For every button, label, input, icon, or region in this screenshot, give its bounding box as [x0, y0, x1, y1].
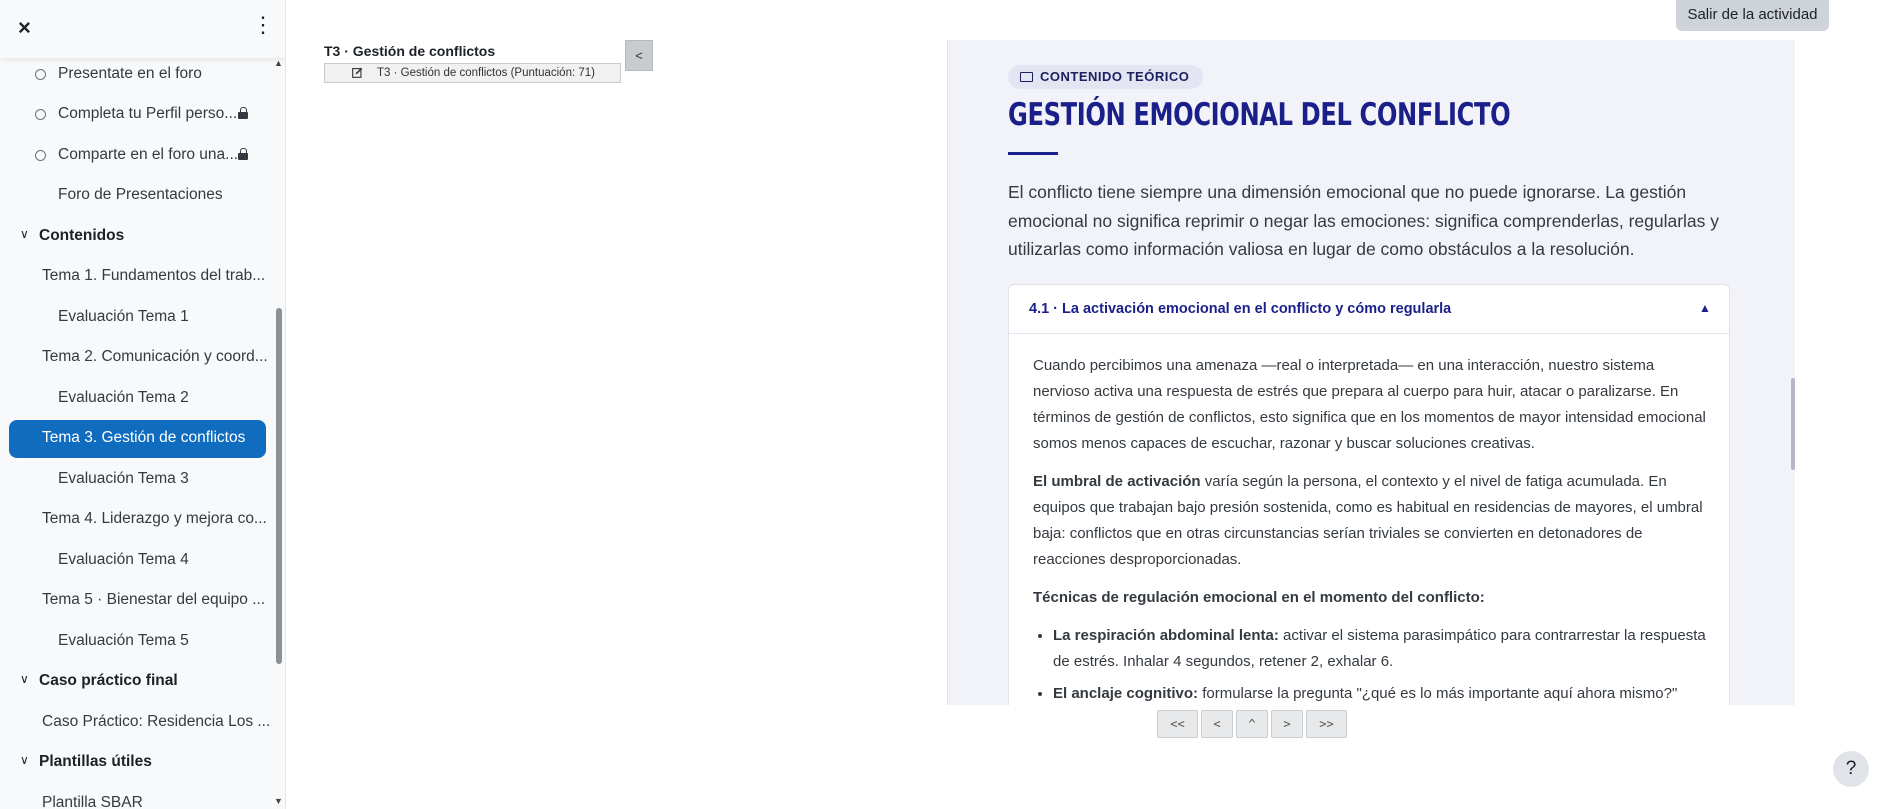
content-type-label: CONTENIDO TEÓRICO: [1040, 69, 1190, 84]
content-scrollbar[interactable]: [1791, 378, 1795, 470]
body-paragraph: Cuando percibimos una amenaza —real o in…: [1033, 357, 1706, 452]
prev-page-button[interactable]: <: [1201, 710, 1233, 738]
course-index-drawer: × ⋮ Presentate en el foro Completa tu Pe…: [0, 0, 286, 809]
activity-nav-item[interactable]: T3 · Gestión de conflictos (Puntuación: …: [324, 63, 621, 83]
course-item-active[interactable]: Tema 3. Gestión de conflictos: [0, 418, 285, 458]
course-item-label: Comparte en el foro una...: [58, 146, 239, 163]
lock-icon: [238, 107, 248, 119]
section-plantillas[interactable]: ∨ Plantillas útiles: [0, 742, 285, 782]
course-item[interactable]: Evaluación Tema 1: [0, 297, 285, 337]
content-type-badge: CONTENIDO TEÓRICO: [1008, 65, 1204, 89]
accordion-title: 4.1 · La activación emocional en el conf…: [1029, 301, 1452, 317]
course-item-label: Tema 3. Gestión de conflictos: [42, 429, 246, 446]
lock-icon: [238, 148, 248, 160]
chevron-down-icon[interactable]: ∨: [20, 672, 29, 686]
course-item-label: Plantilla SBAR: [42, 794, 143, 809]
completion-circle-icon: [35, 69, 46, 80]
edit-icon: [352, 67, 363, 78]
close-drawer-icon[interactable]: ×: [18, 15, 31, 41]
course-item-label: Foro de Presentaciones: [58, 186, 223, 203]
collapse-nav-button[interactable]: <: [625, 40, 653, 71]
drawer-header: × ⋮: [0, 0, 285, 58]
course-item-label: Evaluación Tema 1: [58, 308, 189, 325]
course-item[interactable]: Evaluación Tema 2: [0, 378, 285, 418]
section-caso-practico[interactable]: ∨ Caso práctico final: [0, 661, 285, 701]
course-item[interactable]: Tema 2. Comunicación y coord...: [0, 337, 285, 377]
completion-circle-icon: [35, 109, 46, 120]
course-item-label: Evaluación Tema 5: [58, 632, 189, 649]
activity-nav-item-label: T3 · Gestión de conflictos (Puntuación: …: [377, 67, 595, 79]
course-item-label: Tema 4. Liderazgo y mejora co...: [42, 510, 267, 527]
accordion-header[interactable]: 4.1 · La activación emocional en el conf…: [1009, 285, 1729, 334]
scroll-down-arrow-icon[interactable]: ▼: [274, 796, 283, 806]
course-item[interactable]: Evaluación Tema 4: [0, 540, 285, 580]
sidebar-scrollbar[interactable]: [276, 308, 282, 664]
accordion-section: 4.1 · La activación emocional en el conf…: [1008, 284, 1730, 705]
exit-activity-button[interactable]: Salir de la actividad: [1676, 0, 1829, 31]
section-contenidos[interactable]: ∨ Contenidos: [0, 216, 285, 256]
body-subheading: Técnicas de regulación emocional en el m…: [1033, 589, 1485, 606]
section-label: Caso práctico final: [39, 672, 178, 689]
scroll-up-arrow-icon[interactable]: ▲: [274, 58, 283, 68]
course-item-label: Completa tu Perfil perso...: [58, 105, 238, 122]
course-item-label: Tema 1. Fundamentos del trab...: [42, 267, 266, 284]
first-page-button[interactable]: <<: [1157, 710, 1198, 738]
course-item-label: Presentate en el foro: [58, 65, 202, 82]
chevron-down-icon[interactable]: ∨: [20, 753, 29, 767]
body-paragraph: El umbral de activación varía según la p…: [1033, 473, 1703, 568]
course-item[interactable]: Completa tu Perfil perso...: [0, 94, 285, 134]
last-page-button[interactable]: >>: [1306, 710, 1347, 738]
course-item-label: Evaluación Tema 4: [58, 551, 189, 568]
intro-paragraph: El conflicto tiene siempre una dimensión…: [1008, 182, 1720, 259]
chevron-down-icon[interactable]: ∨: [20, 227, 29, 241]
content-panel: CONTENIDO TEÓRICO GESTIÓN EMOCIONAL DEL …: [947, 40, 1795, 705]
course-item-label: Caso Práctico: Residencia Los ...: [42, 713, 271, 730]
course-item[interactable]: Presentate en el foro: [0, 54, 285, 94]
help-button[interactable]: ?: [1833, 751, 1869, 787]
course-item[interactable]: Evaluación Tema 3: [0, 459, 285, 499]
course-item[interactable]: Comparte en el foro una...: [0, 135, 285, 175]
course-item[interactable]: Evaluación Tema 5: [0, 621, 285, 661]
course-item[interactable]: Tema 5 · Bienestar del equipo ...: [0, 580, 285, 620]
up-page-button[interactable]: ^: [1236, 710, 1268, 738]
section-label: Plantillas útiles: [39, 753, 152, 770]
course-item-label: Evaluación Tema 2: [58, 389, 189, 406]
completion-circle-icon: [35, 150, 46, 161]
next-page-button[interactable]: >: [1271, 710, 1303, 738]
course-item[interactable]: Caso Práctico: Residencia Los ...: [0, 702, 285, 742]
course-item[interactable]: Foro de Presentaciones: [0, 175, 285, 215]
monitor-icon: [1020, 72, 1033, 82]
course-item-label: Tema 5 · Bienestar del equipo ...: [42, 591, 266, 608]
title-underline: [1008, 152, 1058, 155]
course-item-label: Evaluación Tema 3: [58, 470, 189, 487]
list-item: La respiración abdominal lenta: activar …: [1053, 623, 1708, 675]
collapse-triangle-icon[interactable]: ▲: [1699, 301, 1711, 315]
accordion-body: Cuando percibimos una amenaza —real o in…: [1033, 353, 1708, 705]
list-item: El anclaje cognitivo: formularse la preg…: [1053, 681, 1708, 705]
course-item-label: Tema 2. Comunicación y coord...: [42, 348, 268, 365]
technique-list: La respiración abdominal lenta: activar …: [1033, 623, 1708, 705]
course-item[interactable]: Tema 4. Liderazgo y mejora co...: [0, 499, 285, 539]
course-item[interactable]: Plantilla SBAR: [0, 783, 285, 809]
page-title: GESTIÓN EMOCIONAL DEL CONFLICTO: [1008, 97, 1511, 133]
section-label: Contenidos: [39, 227, 125, 244]
course-item[interactable]: Tema 1. Fundamentos del trab...: [0, 256, 285, 296]
drawer-menu-icon[interactable]: ⋮: [252, 14, 274, 36]
activity-nav-title: T3 · Gestión de conflictos: [324, 43, 496, 59]
